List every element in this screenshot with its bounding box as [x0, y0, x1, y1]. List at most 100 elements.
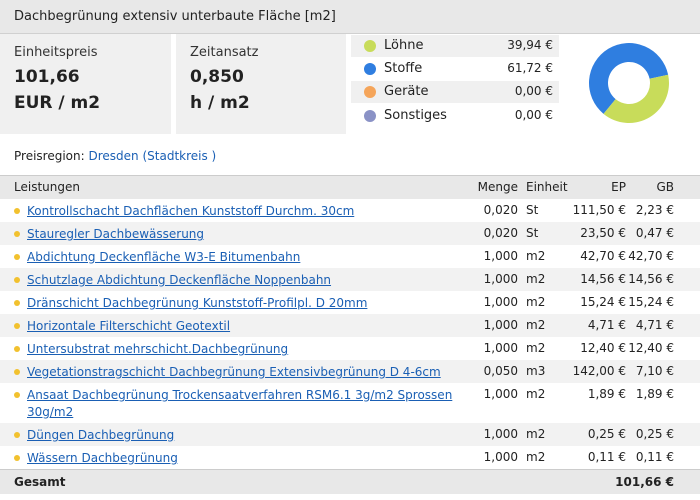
cell-gb: 4,71 € [635, 318, 674, 332]
cost-amount: 39,94 € [507, 38, 553, 52]
table-header: Leistungen Menge Einheit EP GB [0, 175, 700, 199]
service-link[interactable]: Dränschicht Dachbegrünung Kunststoff-Pro… [27, 295, 457, 312]
cost-row-sonstiges: Sonstiges 0,00 € [351, 105, 559, 127]
cell-menge: 1,000 [483, 450, 518, 464]
cell-gb: 0,25 € [635, 427, 674, 441]
table-row: Stauregler Dachbewässerung 0,020 St 23,5… [0, 222, 700, 245]
cost-row-geraete: Geräte 0,00 € [351, 81, 559, 103]
bullet-icon [14, 300, 20, 306]
cell-ep: 4,71 € [587, 318, 626, 332]
region-link[interactable]: Dresden (Stadtkreis ) [89, 149, 217, 163]
service-link[interactable]: Horizontale Filterschicht Geotextil [27, 318, 457, 335]
summary-panel: Einheitspreis 101,66 EUR / m2 Zeitansatz… [0, 34, 700, 134]
unit-price-value: 101,66 [14, 67, 80, 87]
cell-ep: 142,00 € [572, 364, 626, 378]
service-link[interactable]: Abdichtung Deckenfläche W3-E Bitumenbahn [27, 249, 457, 266]
table-row: Wässern Dachbegrünung 1,000 m2 0,11 € 0,… [0, 446, 700, 469]
donut-svg [589, 42, 669, 123]
time-value-block: 0,850 h / m2 [190, 64, 250, 116]
cost-name: Löhne [384, 38, 424, 53]
cell-menge: 1,000 [483, 272, 518, 286]
cost-name: Stoffe [384, 61, 423, 76]
time-label: Zeitansatz [190, 45, 259, 60]
table-row: Abdichtung Deckenfläche W3-E Bitumenbahn… [0, 245, 700, 268]
bullet-icon [14, 323, 20, 329]
table-row: Ansaat Dachbegrünung Trockensaatverfahre… [0, 383, 700, 423]
total-value: 101,66 € [615, 475, 674, 489]
unit-price-value-block: 101,66 EUR / m2 [14, 64, 100, 116]
cost-row-stoffe: Stoffe 61,72 € [351, 58, 559, 80]
cost-amount: 0,00 € [514, 108, 553, 122]
bullet-icon [14, 346, 20, 352]
region-label: Preisregion: [14, 149, 85, 163]
cell-ep: 0,25 € [587, 427, 626, 441]
cell-ep: 0,11 € [587, 450, 626, 464]
table-row: Dränschicht Dachbegrünung Kunststoff-Pro… [0, 291, 700, 314]
cost-donut-chart [562, 34, 700, 134]
cell-gb: 0,11 € [635, 450, 674, 464]
service-link[interactable]: Schutzlage Abdichtung Deckenfläche Noppe… [27, 272, 457, 289]
cell-ep: 111,50 € [572, 203, 626, 217]
cell-ep: 1,89 € [587, 387, 626, 401]
cell-gb: 42,70 € [628, 249, 674, 263]
cell-einheit: m3 [526, 364, 546, 378]
cost-row-loehne: Löhne 39,94 € [351, 35, 559, 57]
cell-menge: 0,020 [483, 226, 518, 240]
page-title: Dachbegrünung extensiv unterbaute Fläche… [14, 9, 336, 24]
cell-ep: 42,70 € [580, 249, 626, 263]
service-link[interactable]: Ansaat Dachbegrünung Trockensaatverfahre… [27, 387, 457, 421]
cell-gb: 2,23 € [635, 203, 674, 217]
header-einheit: Einheit [526, 180, 568, 194]
time-value: 0,850 [190, 67, 244, 87]
color-dot-icon [364, 63, 376, 75]
header-ep: EP [611, 180, 626, 194]
service-link[interactable]: Vegetationstragschicht Dachbegrünung Ext… [27, 364, 457, 381]
cell-gb: 12,40 € [628, 341, 674, 355]
service-link[interactable]: Untersubstrat mehrschicht.Dachbegrünung [27, 341, 457, 358]
time-unit: h / m2 [190, 93, 250, 113]
cell-menge: 1,000 [483, 318, 518, 332]
cell-gb: 14,56 € [628, 272, 674, 286]
cell-gb: 0,47 € [635, 226, 674, 240]
service-link[interactable]: Wässern Dachbegrünung [27, 450, 457, 467]
bullet-icon [14, 369, 20, 375]
bullet-icon [14, 432, 20, 438]
service-link[interactable]: Stauregler Dachbewässerung [27, 226, 457, 243]
service-link[interactable]: Düngen Dachbegrünung [27, 427, 457, 444]
service-link[interactable]: Kontrollschacht Dachflächen Kunststoff D… [27, 203, 457, 220]
cell-einheit: St [526, 226, 539, 240]
cell-einheit: m2 [526, 295, 546, 309]
time-card: Zeitansatz 0,850 h / m2 [176, 34, 346, 134]
cell-menge: 1,000 [483, 341, 518, 355]
header-gb: GB [656, 180, 674, 194]
table-total-row: Gesamt 101,66 € [0, 469, 700, 494]
cost-name: Sonstiges [384, 108, 447, 123]
cell-ep: 23,50 € [580, 226, 626, 240]
bullet-icon [14, 231, 20, 237]
cell-ep: 12,40 € [580, 341, 626, 355]
table-row: Schutzlage Abdichtung Deckenfläche Noppe… [0, 268, 700, 291]
cell-einheit: St [526, 203, 539, 217]
header-leistungen: Leistungen [14, 180, 80, 194]
cell-menge: 0,020 [483, 203, 518, 217]
cell-einheit: m2 [526, 318, 546, 332]
bullet-icon [14, 254, 20, 260]
title-bar: Dachbegrünung extensiv unterbaute Fläche… [0, 0, 700, 34]
total-label: Gesamt [14, 475, 66, 489]
cell-ep: 14,56 € [580, 272, 626, 286]
price-region: Preisregion: Dresden (Stadtkreis ) [14, 149, 216, 163]
table-row: Untersubstrat mehrschicht.Dachbegrünung … [0, 337, 700, 360]
bullet-icon [14, 455, 20, 461]
cell-gb: 7,10 € [635, 364, 674, 378]
cell-menge: 0,050 [483, 364, 518, 378]
header-menge: Menge [477, 180, 518, 194]
table-row: Düngen Dachbegrünung 1,000 m2 0,25 € 0,2… [0, 423, 700, 446]
services-table: Leistungen Menge Einheit EP GB Kontrolls… [0, 175, 700, 494]
cell-einheit: m2 [526, 427, 546, 441]
bullet-icon [14, 277, 20, 283]
cell-einheit: m2 [526, 272, 546, 286]
cell-einheit: m2 [526, 341, 546, 355]
cost-amount: 0,00 € [514, 84, 553, 98]
table-row: Vegetationstragschicht Dachbegrünung Ext… [0, 360, 700, 383]
unit-price-unit: EUR / m2 [14, 93, 101, 113]
